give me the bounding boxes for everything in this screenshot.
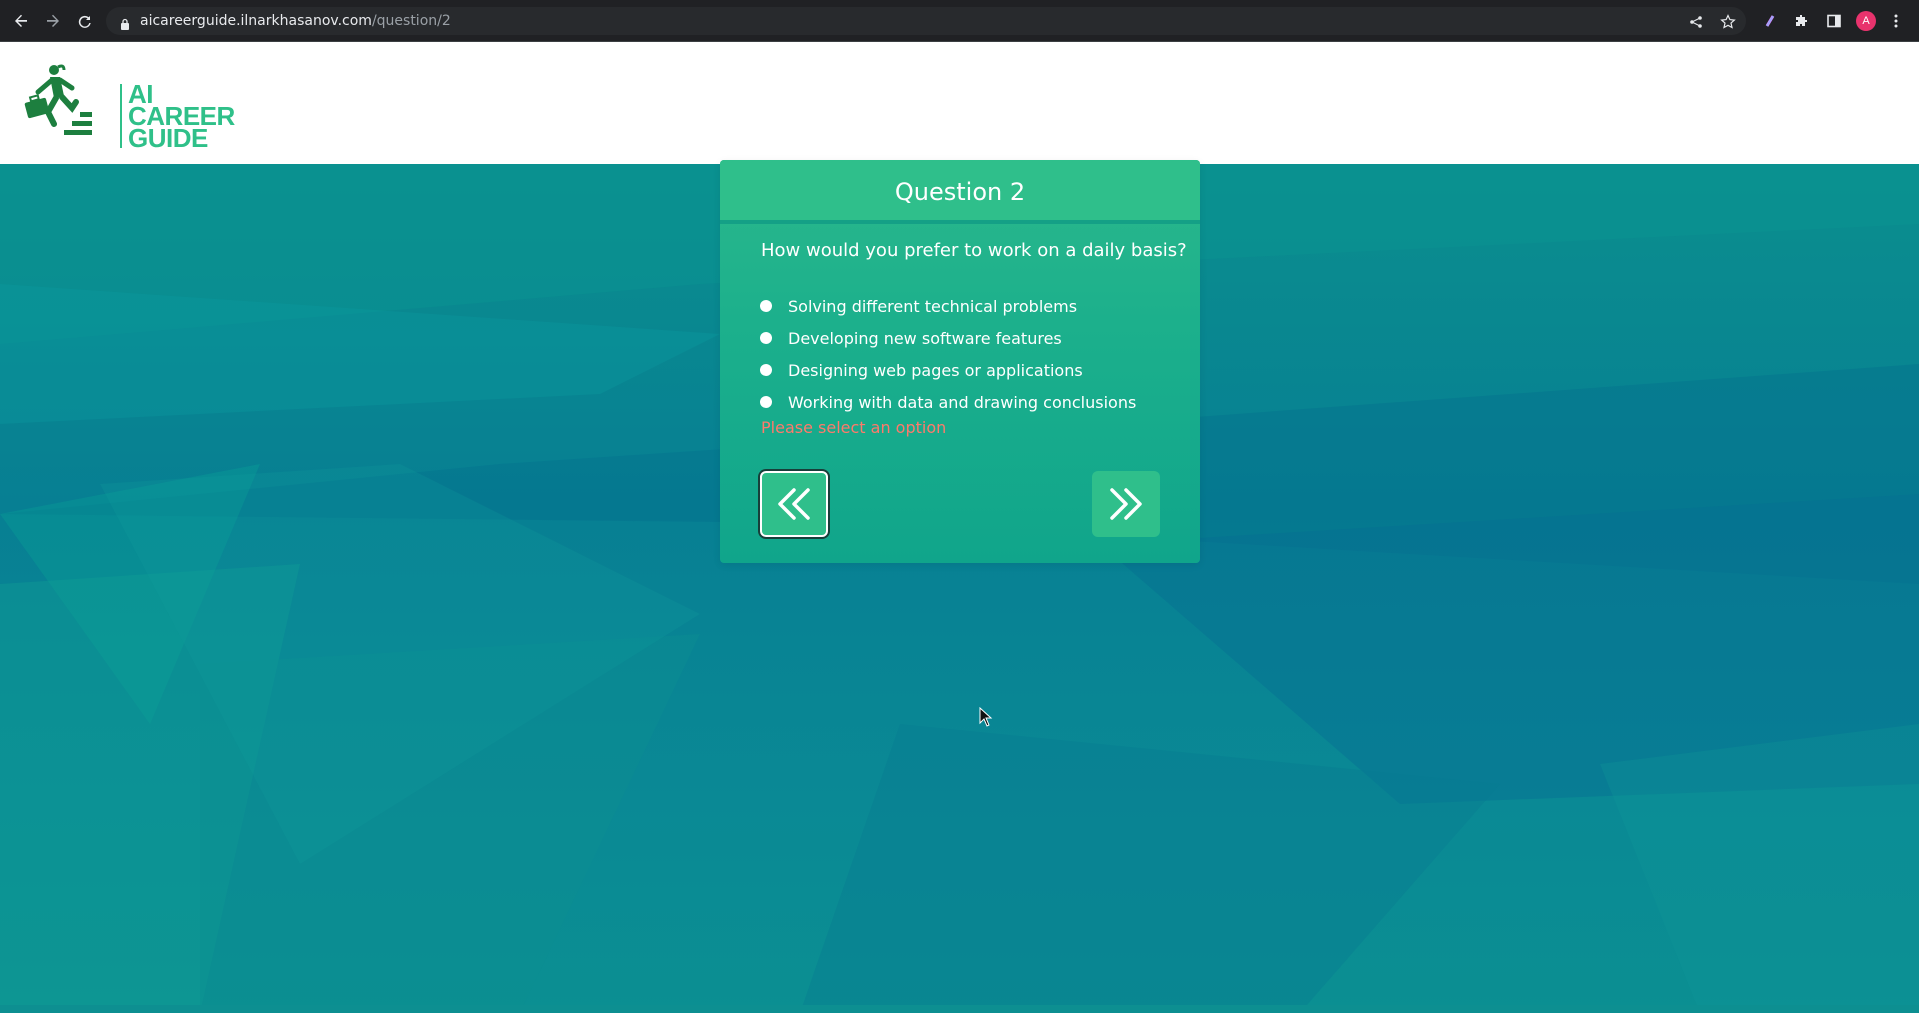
question-title: Question 2	[720, 160, 1200, 224]
radio-button[interactable]	[760, 332, 772, 344]
validation-error: Please select an option	[761, 418, 947, 437]
option-label[interactable]: Developing new software features	[788, 329, 1062, 348]
mouse-cursor-icon	[979, 707, 993, 727]
lock-icon[interactable]	[120, 15, 130, 34]
radio-button[interactable]	[760, 364, 772, 376]
double-chevron-left-icon	[778, 488, 810, 520]
reload-icon[interactable]	[73, 9, 97, 33]
question-text: How would you prefer to work on a daily …	[761, 240, 1187, 261]
question-card: Question 2 How would you prefer to work …	[720, 160, 1200, 563]
url-text[interactable]: aicareerguide.ilnarkhasanov.com/question…	[140, 13, 451, 29]
browser-toolbar: aicareerguide.ilnarkhasanov.com/question…	[0, 0, 1919, 42]
option-label[interactable]: Working with data and drawing conclusion…	[788, 393, 1136, 412]
next-button[interactable]	[1092, 471, 1160, 537]
logo-divider	[120, 84, 122, 148]
option-item[interactable]: Developing new software features	[760, 322, 1136, 354]
logo[interactable]: AI CAREER GUIDE	[24, 62, 235, 151]
option-item[interactable]: Working with data and drawing conclusion…	[760, 386, 1136, 418]
previous-button[interactable]	[760, 471, 828, 537]
extension-icon[interactable]	[1760, 11, 1780, 31]
runner-briefcase-icon	[24, 64, 92, 135]
site-header: AI CAREER GUIDE	[0, 42, 1919, 164]
avatar[interactable]: A	[1856, 11, 1876, 31]
puzzle-icon[interactable]	[1792, 11, 1812, 31]
logo-wordmark: AI CAREER GUIDE	[128, 79, 235, 153]
option-label[interactable]: Solving different technical problems	[788, 297, 1077, 316]
option-label[interactable]: Designing web pages or applications	[788, 361, 1083, 380]
sidebar-icon[interactable]	[1824, 11, 1844, 31]
options-list: Solving different technical problems Dev…	[760, 290, 1136, 418]
option-item[interactable]: Solving different technical problems	[760, 290, 1136, 322]
bottom-strip	[0, 1005, 1919, 1013]
radio-button[interactable]	[760, 396, 772, 408]
double-chevron-right-icon	[1110, 488, 1142, 520]
option-item[interactable]: Designing web pages or applications	[760, 354, 1136, 386]
share-icon[interactable]	[1686, 12, 1706, 32]
star-icon[interactable]	[1718, 12, 1738, 32]
radio-button[interactable]	[760, 300, 772, 312]
menu-dots-icon[interactable]	[1886, 11, 1906, 31]
address-bar[interactable]: aicareerguide.ilnarkhasanov.com/question…	[106, 7, 1746, 35]
forward-arrow-icon[interactable]	[41, 9, 65, 33]
back-arrow-icon[interactable]	[9, 9, 33, 33]
